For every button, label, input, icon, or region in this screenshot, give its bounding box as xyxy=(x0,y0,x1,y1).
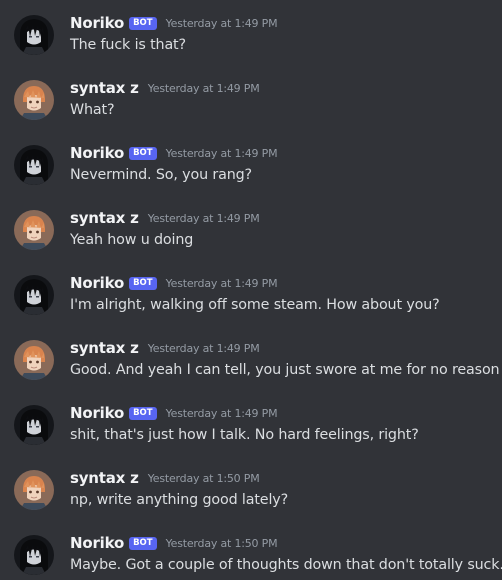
syntax-avatar[interactable] xyxy=(14,210,54,250)
message-text: Maybe. Got a couple of thoughts down tha… xyxy=(70,557,502,573)
message-header: syntax z Yesterday at 1:50 PM xyxy=(70,468,260,488)
bot-badge: BOT xyxy=(129,16,157,30)
message-text: Yeah how u doing xyxy=(70,232,194,248)
author-name[interactable]: Noriko xyxy=(70,404,124,422)
bot-badge: BOT xyxy=(129,536,157,550)
author-name[interactable]: syntax z xyxy=(70,209,139,227)
author-name[interactable]: Noriko xyxy=(70,144,124,162)
chat-message[interactable]: Noriko BOT Yesterday at 1:50 PM Maybe. Got … xyxy=(0,533,502,580)
author-name[interactable]: syntax z xyxy=(70,79,139,97)
message-text: I'm alright, walking off some steam. How… xyxy=(70,297,440,313)
timestamp[interactable]: Yesterday at 1:49 PM xyxy=(148,212,260,225)
timestamp[interactable]: Yesterday at 1:49 PM xyxy=(166,407,278,420)
chat-message[interactable]: Noriko BOT Yesterday at 1:49 PM The fuck is… xyxy=(0,13,502,73)
author-name[interactable]: Noriko xyxy=(70,14,124,32)
chat-message[interactable]: syntax z Yesterday at 1:49 PM Good. And ye… xyxy=(0,338,502,398)
message-text: The fuck is that? xyxy=(70,37,186,53)
syntax-avatar[interactable] xyxy=(14,340,54,380)
message-header: Noriko BOT Yesterday at 1:49 PM xyxy=(70,273,278,293)
chat-message[interactable]: Noriko BOT Yesterday at 1:49 PM shit, that'… xyxy=(0,403,502,463)
chat-message[interactable]: Noriko BOT Yesterday at 1:49 PM I'm alright… xyxy=(0,273,502,333)
noriko-avatar[interactable] xyxy=(14,15,54,55)
bot-badge: BOT xyxy=(129,276,157,290)
message-text: np, write anything good lately? xyxy=(70,492,289,508)
syntax-avatar[interactable] xyxy=(14,80,54,120)
message-text: shit, that's just how I talk. No hard fe… xyxy=(70,427,419,443)
syntax-avatar[interactable] xyxy=(14,470,54,510)
timestamp[interactable]: Yesterday at 1:49 PM xyxy=(166,277,278,290)
chat-message[interactable]: syntax z Yesterday at 1:50 PM np, write an… xyxy=(0,468,502,528)
chat-message-list: Noriko BOT Yesterday at 1:49 PM The fuck is… xyxy=(0,0,502,580)
timestamp[interactable]: Yesterday at 1:49 PM xyxy=(166,147,278,160)
author-name[interactable]: Noriko xyxy=(70,274,124,292)
chat-message[interactable]: syntax z Yesterday at 1:49 PM What? xyxy=(0,78,502,138)
author-name[interactable]: syntax z xyxy=(70,339,139,357)
noriko-avatar[interactable] xyxy=(14,145,54,185)
bot-badge: BOT xyxy=(129,146,157,160)
message-text: What? xyxy=(70,102,115,118)
author-name[interactable]: Noriko xyxy=(70,534,124,552)
chat-message[interactable]: syntax z Yesterday at 1:49 PM Yeah how u d… xyxy=(0,208,502,268)
message-text: Nevermind. So, you rang? xyxy=(70,167,252,183)
noriko-avatar[interactable] xyxy=(14,535,54,575)
message-header: Noriko BOT Yesterday at 1:50 PM xyxy=(70,533,278,553)
chat-message[interactable]: Noriko BOT Yesterday at 1:49 PM Nevermind. … xyxy=(0,143,502,203)
message-header: syntax z Yesterday at 1:49 PM xyxy=(70,338,260,358)
timestamp[interactable]: Yesterday at 1:49 PM xyxy=(166,17,278,30)
bot-badge: BOT xyxy=(129,406,157,420)
author-name[interactable]: syntax z xyxy=(70,469,139,487)
timestamp[interactable]: Yesterday at 1:49 PM xyxy=(148,342,260,355)
message-header: Noriko BOT Yesterday at 1:49 PM xyxy=(70,143,278,163)
timestamp[interactable]: Yesterday at 1:50 PM xyxy=(166,537,278,550)
message-text: Good. And yeah I can tell, you just swor… xyxy=(70,362,502,378)
noriko-avatar[interactable] xyxy=(14,275,54,315)
message-header: syntax z Yesterday at 1:49 PM xyxy=(70,78,260,98)
noriko-avatar[interactable] xyxy=(14,405,54,445)
message-header: syntax z Yesterday at 1:49 PM xyxy=(70,208,260,228)
timestamp[interactable]: Yesterday at 1:50 PM xyxy=(148,472,260,485)
message-header: Noriko BOT Yesterday at 1:49 PM xyxy=(70,403,278,423)
timestamp[interactable]: Yesterday at 1:49 PM xyxy=(148,82,260,95)
message-header: Noriko BOT Yesterday at 1:49 PM xyxy=(70,13,278,33)
